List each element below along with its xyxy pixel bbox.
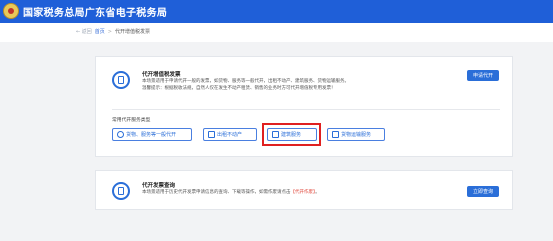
breadcrumb-separator: > xyxy=(107,28,112,35)
highlight-box xyxy=(262,123,321,146)
apply-issue-button[interactable]: 申请代开 xyxy=(467,70,499,81)
divider xyxy=(112,109,500,110)
site-title: 国家税务总局广东省电子税务局 xyxy=(23,8,168,19)
option-freight-transport[interactable]: 货物运输服务 xyxy=(327,128,385,141)
issue-invoice-card: 代开增值税发票 本场景适用于申请代开一般的发票，如货物、服务等一般代开，出租不动… xyxy=(95,56,513,157)
option-label: 出租不动产 xyxy=(217,132,243,138)
service-type-label: 常用代开服务类型 xyxy=(112,118,151,123)
option-label: 货物运输服务 xyxy=(341,132,372,138)
issue-card-title: 代开增值税发票 xyxy=(142,72,181,78)
query-service-icon xyxy=(112,182,130,200)
top-header-bar: 国家税务总局广东省电子税务局 xyxy=(0,0,553,23)
option-label: 货物、服务等一般代开 xyxy=(126,132,177,138)
breadcrumb-home[interactable]: 首页 xyxy=(95,28,105,35)
breadcrumb: ← 返回 首页 > 代开增值税发票 xyxy=(76,28,151,36)
issue-card-description: 本场景适用于申请代开一般的发票，如货物、服务等一般代开，出租不动产、建筑服务、货… xyxy=(142,79,349,84)
option-goods-services[interactable]: 货物、服务等一般代开 xyxy=(112,128,192,141)
truck-icon xyxy=(332,131,339,138)
void-invoice-link[interactable]: 【代开作废】 xyxy=(291,190,316,195)
query-now-button[interactable]: 立即查询 xyxy=(467,186,499,197)
tax-emblem-icon xyxy=(3,3,19,19)
back-link[interactable]: ← 返回 xyxy=(76,28,92,35)
breadcrumb-current: 代开增值税发票 xyxy=(115,29,151,35)
query-card-title: 代开发票查询 xyxy=(142,183,176,189)
option-rent-real-estate[interactable]: 出租不动产 xyxy=(203,128,257,141)
goods-icon xyxy=(117,131,124,138)
query-card-description: 本场景适用于历史代开发票申请信息的查询、下载等操作，如需作废请点击【代开作废】。 xyxy=(142,190,320,195)
invoice-service-icon xyxy=(112,71,130,89)
issue-card-tip: 温馨提示：根据税收法规，自然人仅在发生不动产租赁、销售的业务时方可代开增值税专用… xyxy=(142,86,336,91)
house-icon xyxy=(208,131,215,138)
invoice-query-card: 代开发票查询 本场景适用于历史代开发票申请信息的查询、下载等操作，如需作废请点击… xyxy=(95,170,513,210)
